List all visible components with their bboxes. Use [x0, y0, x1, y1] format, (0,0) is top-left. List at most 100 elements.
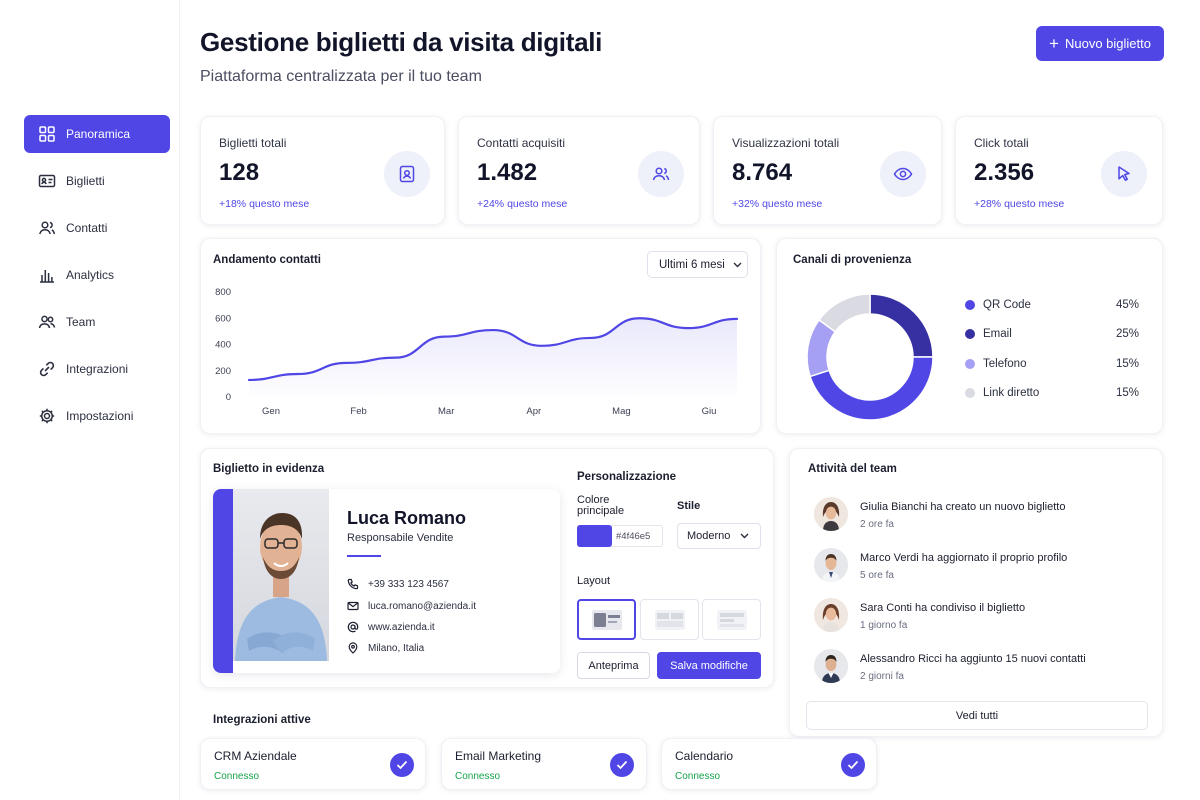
x-tick-label: Mar — [438, 406, 454, 417]
color-swatch[interactable] — [577, 525, 612, 547]
sidebar-item-impostazioni[interactable]: Impostazioni — [24, 397, 170, 435]
donut-slice — [817, 293, 871, 333]
kpi-value: 8.764 — [732, 159, 793, 186]
card-phone-value: +39 333 123 4567 — [368, 578, 449, 590]
layout-option-1[interactable] — [577, 599, 636, 640]
sidebar-item-label: Analytics — [66, 268, 115, 282]
color-label: Colore principale — [577, 494, 625, 517]
integration-status: Connesso — [455, 771, 501, 782]
sidebar-item-label: Panoramica — [66, 127, 131, 141]
team-activity-title: Attività del team — [808, 463, 897, 475]
team-icon — [38, 313, 56, 331]
y-tick-label: 0 — [226, 392, 231, 403]
new-card-button[interactable]: + Nuovo biglietto — [1036, 26, 1164, 61]
page-subtitle: Piattaforma centralizzata per il tuo tea… — [200, 68, 482, 85]
sidebar-item-integrazioni[interactable]: Integrazioni — [24, 350, 170, 388]
business-card-preview[interactable]: Luca Romano Responsabile Vendite +39 333… — [213, 489, 560, 673]
layout-option-2[interactable] — [640, 599, 699, 640]
integration-card-crm[interactable]: CRM Aziendale Connesso — [200, 738, 426, 790]
kpi-trend: +32% questo mese — [732, 198, 823, 210]
y-tick-label: 200 — [215, 366, 231, 377]
layout-list-icon — [716, 609, 747, 630]
y-tick-label: 600 — [215, 313, 231, 324]
card-phone: +39 333 123 4567 — [347, 577, 449, 591]
sidebar-item-analytics[interactable]: Analytics — [24, 256, 170, 294]
at-icon — [347, 621, 359, 633]
card-location: Milano, Italia — [347, 641, 424, 655]
users-icon — [638, 151, 684, 197]
kpi-label: Visualizzazioni totali — [732, 136, 840, 150]
y-tick-label: 800 — [215, 287, 231, 298]
x-tick-label: Apr — [526, 406, 541, 417]
card-person-role: Responsabile Vendite — [347, 532, 454, 544]
check-icon[interactable] — [610, 753, 634, 777]
activity-time: 2 giorni fa — [860, 671, 904, 682]
kpi-card-contatti: Contatti acquisiti 1.482 +24% questo mes… — [458, 116, 700, 225]
card-location-value: Milano, Italia — [368, 642, 425, 654]
channels-donut — [806, 293, 934, 421]
style-select-value: Moderno — [687, 530, 731, 542]
activity-time: 5 ore fa — [860, 570, 894, 581]
x-tick-label: Gen — [262, 406, 280, 417]
kpi-label: Biglietti totali — [219, 136, 287, 150]
preview-button[interactable]: Anteprima — [577, 652, 650, 679]
avatar — [814, 598, 848, 632]
x-tick-label: Mag — [612, 406, 630, 417]
integration-name: Email Marketing — [455, 749, 542, 763]
card-email: luca.romano@azienda.it — [347, 599, 476, 613]
kpi-card-visualizzazioni: Visualizzazioni totali 8.764 +32% questo… — [713, 116, 942, 225]
chevron-down-icon — [740, 530, 749, 542]
sidebar-item-team[interactable]: Team — [24, 303, 170, 341]
integration-status: Connesso — [214, 771, 260, 782]
sidebar: Panoramica Biglietti Contatti Analytics … — [0, 0, 180, 800]
legend-value: 25% — [1115, 328, 1139, 340]
badge-icon — [384, 151, 430, 197]
style-select[interactable]: Moderno — [677, 523, 761, 549]
kpi-trend: +18% questo mese — [219, 198, 310, 210]
sidebar-item-label: Contatti — [66, 221, 108, 235]
sidebar-item-biglietti[interactable]: Biglietti — [24, 162, 170, 200]
save-changes-button[interactable]: Salva modifiche — [657, 652, 761, 679]
sidebar-item-contatti[interactable]: Contatti — [24, 209, 170, 247]
team-activity-card: Attività del team Giulia Bianchi ha crea… — [789, 448, 1163, 737]
sidebar-item-label: Integrazioni — [66, 362, 129, 376]
featured-card-panel: Biglietto in evidenza Luca Romano Respon… — [200, 448, 774, 688]
see-all-button[interactable]: Vedi tutti — [806, 701, 1148, 730]
card-website-value: www.azienda.it — [368, 621, 435, 633]
legend-dot — [965, 388, 975, 398]
channels-card: Canali di provenienza QR Code 45% Email … — [776, 238, 1163, 434]
bar-chart-icon — [38, 266, 56, 284]
legend-dot — [965, 359, 975, 369]
check-icon[interactable] — [841, 753, 865, 777]
channels-title: Canali di provenienza — [793, 254, 912, 266]
cursor-icon — [1101, 151, 1147, 197]
legend-label: Link diretto — [983, 387, 1040, 399]
avatar — [814, 548, 848, 582]
legend-label: Telefono — [983, 358, 1027, 370]
layout-option-3[interactable] — [702, 599, 761, 640]
integration-card-calendar[interactable]: Calendario Connesso — [661, 738, 877, 790]
phone-icon — [347, 578, 359, 590]
sidebar-item-panoramica[interactable]: Panoramica — [24, 115, 170, 153]
color-hex-input[interactable]: #4f46e5 — [611, 525, 663, 547]
legend-value: 15% — [1115, 387, 1139, 399]
trend-chart-card: Andamento contatti Ultimi 6 mesi 0 200 400… — [200, 238, 761, 434]
card-person-name: Luca Romano — [347, 508, 467, 528]
legend-dot — [965, 329, 975, 339]
new-card-button-label: Nuovo biglietto — [1064, 36, 1151, 51]
legend-item-link: Link diretto 15% — [965, 385, 1139, 401]
integrations-title: Integrazioni attive — [213, 714, 311, 726]
integration-name: Calendario — [675, 749, 734, 763]
eye-icon — [880, 151, 926, 197]
activity-text: Alessandro Ricci ha aggiunto 15 nuovi co… — [860, 653, 1086, 665]
kpi-card-click: Click totali 2.356 +28% questo mese — [955, 116, 1163, 225]
gear-icon — [38, 407, 56, 425]
activity-time: 1 giorno fa — [860, 620, 908, 631]
sidebar-item-label: Team — [66, 315, 96, 329]
x-tick-label: Feb — [350, 406, 366, 417]
x-tick-label: Giu — [702, 406, 717, 417]
integration-card-email[interactable]: Email Marketing Connesso — [441, 738, 647, 790]
card-accent-stripe — [213, 489, 233, 673]
check-icon[interactable] — [390, 753, 414, 777]
kpi-card-biglietti: Biglietti totali 128 +18% questo mese — [200, 116, 445, 225]
